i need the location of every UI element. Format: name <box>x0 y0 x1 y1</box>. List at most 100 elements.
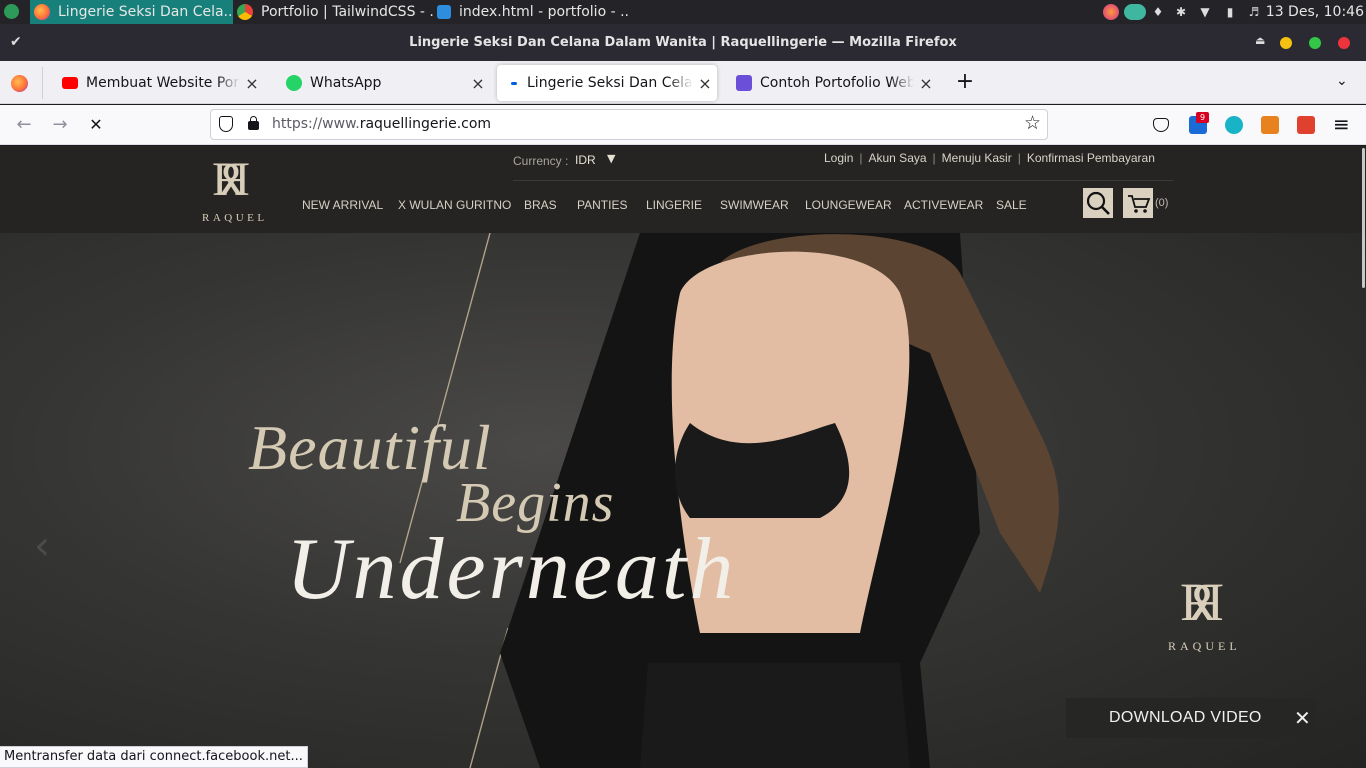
tab-raquel-active[interactable]: Lingerie Seksi Dan Celana × <box>497 65 717 101</box>
youtube-icon <box>62 77 78 89</box>
header-divider <box>513 180 1173 181</box>
vscode-icon <box>437 5 451 19</box>
nav-lingerie[interactable]: LINGERIE <box>646 198 702 212</box>
download-video-button[interactable]: DOWNLOAD VIDEO <box>1109 698 1262 738</box>
tracking-shield-icon[interactable] <box>219 116 233 132</box>
bluetooth-icon[interactable]: ✱ <box>1173 4 1189 20</box>
tab-label: Lingerie Seksi Dan Celana <box>527 75 693 91</box>
chevron-down-icon[interactable]: ▼ <box>607 152 615 165</box>
tab-divider <box>42 67 43 99</box>
loading-indicator-icon <box>511 81 517 85</box>
tab-portofolio[interactable]: Contoh Portofolio Web Desain × <box>722 65 938 101</box>
taskbar-item-label: Portfolio | TailwindCSS - ... <box>261 4 435 20</box>
pdf-extension-icon[interactable] <box>1297 116 1315 134</box>
notification-bell-icon[interactable]: ♦ <box>1150 4 1166 20</box>
hero-tagline-line3: Underneath <box>286 521 737 618</box>
firefox-icon <box>34 4 50 20</box>
whatsapp-icon <box>286 75 302 91</box>
tab-close-icon[interactable]: × <box>466 74 490 93</box>
tab-strip: Membuat Website Portfolio × WhatsApp × L… <box>0 61 1366 104</box>
scrollbar-thumb[interactable] <box>1362 148 1365 288</box>
url-scheme: https://www. <box>272 116 360 132</box>
tab-label: WhatsApp <box>310 75 382 91</box>
url-bar[interactable]: https://www.raquellingerie.com ☆ <box>210 109 1048 140</box>
nav-swimwear[interactable]: SWIMWEAR <box>720 198 789 212</box>
list-all-tabs-icon[interactable]: ⌄ <box>1336 73 1348 89</box>
app-launcher-icon[interactable] <box>4 4 19 19</box>
status-tooltip: Mentransfer data dari connect.facebook.n… <box>0 746 308 768</box>
os-taskbar: Lingerie Seksi Dan Cela... Portfolio | T… <box>0 0 1366 24</box>
carousel-prev-icon[interactable]: ‹ <box>34 523 50 569</box>
cart-button[interactable] <box>1123 188 1153 218</box>
tab-close-icon[interactable]: × <box>240 74 264 93</box>
search-icon <box>1086 191 1110 215</box>
logo-mark-mirror: R <box>218 153 251 206</box>
navigation-toolbar: ← → ✕ https://www.raquellingerie.com ☆ 9… <box>0 105 1366 145</box>
tab-whatsapp[interactable]: WhatsApp × <box>272 65 490 101</box>
grammar-extension-icon[interactable] <box>1225 116 1243 134</box>
tab-youtube[interactable]: Membuat Website Portfolio × <box>48 65 264 101</box>
nav-loungewear[interactable]: LOUNGEWEAR <box>805 198 892 212</box>
stop-loading-button[interactable]: ✕ <box>84 113 108 137</box>
checkout-link[interactable]: Menuju Kasir <box>942 151 1012 165</box>
nav-bras[interactable]: BRAS <box>524 198 557 212</box>
metamask-icon[interactable] <box>1261 116 1279 134</box>
site-logo[interactable]: R R RAQUEL <box>200 153 278 228</box>
account-links: Login | Akun Saya | Menuju Kasir | Konfirmasi … <box>824 151 1155 165</box>
window-title-bar: ✔ Lingerie Seksi Dan Celana Dalam Wanita… <box>0 24 1366 61</box>
login-link[interactable]: Login <box>824 151 853 165</box>
maximize-button[interactable] <box>1309 37 1321 49</box>
search-button[interactable] <box>1083 188 1113 218</box>
window-title: Lingerie Seksi Dan Celana Dalam Wanita |… <box>409 35 957 50</box>
web-page: R R RAQUEL Currency : IDR ▼ Login | Akun S… <box>0 146 1366 768</box>
url-text[interactable]: https://www.raquellingerie.com <box>272 110 491 139</box>
chrome-icon <box>237 4 253 20</box>
nav-activewear[interactable]: ACTIVEWEAR <box>904 198 983 212</box>
hero-model-photo <box>399 233 1059 768</box>
tab-close-icon[interactable]: × <box>914 74 938 93</box>
toggle-tray-icon[interactable] <box>1124 4 1146 20</box>
volume-icon[interactable]: ♬ <box>1246 4 1262 20</box>
menu-button[interactable]: ≡ <box>1333 112 1350 136</box>
nav-sale[interactable]: SALE <box>996 198 1027 212</box>
link-separator: | <box>932 151 936 165</box>
currency-select[interactable]: IDR <box>575 153 596 167</box>
url-host: raquellingerie.com <box>359 116 492 132</box>
download-video-bar: DOWNLOAD VIDEO ✕ <box>1066 698 1316 738</box>
close-window-button[interactable] <box>1338 37 1350 49</box>
taskbar-item-chrome[interactable]: Portfolio | TailwindCSS - ... <box>233 0 435 24</box>
cart-count: (0) <box>1155 197 1169 209</box>
taskbar-item-label: index.html - portfolio - ... <box>459 4 630 20</box>
pocket-icon[interactable] <box>1153 118 1169 132</box>
nav-panties[interactable]: PANTIES <box>577 198 627 212</box>
battery-icon[interactable]: ▮ <box>1222 4 1238 20</box>
hero-banner[interactable]: ‹ Beautiful Begins Underneath R R RAQUEL… <box>0 233 1366 768</box>
cart-icon <box>1128 195 1151 213</box>
currency-label: Currency : <box>513 154 569 168</box>
taskbar-item-vscode[interactable]: index.html - portfolio - ... <box>435 0 630 24</box>
nav-x-wulan-guritno[interactable]: X WULAN GURITNO <box>398 198 511 212</box>
lock-shackle <box>250 116 257 123</box>
my-account-link[interactable]: Akun Saya <box>869 151 927 165</box>
nav-new-arrival[interactable]: NEW ARRIVAL <box>302 198 383 212</box>
firefox-view-icon[interactable] <box>11 75 28 92</box>
minimize-button[interactable] <box>1280 37 1292 49</box>
taskbar-item-firefox[interactable]: Lingerie Seksi Dan Cela... <box>30 0 233 24</box>
close-icon[interactable]: ✕ <box>1294 698 1311 738</box>
keep-above-icon[interactable]: ⏏ <box>1255 34 1265 47</box>
wifi-icon[interactable]: ▼ <box>1197 4 1213 20</box>
taskbar-item-label: Lingerie Seksi Dan Cela... <box>58 4 233 20</box>
payment-confirmation-link[interactable]: Konfirmasi Pembayaran <box>1027 151 1155 165</box>
back-button[interactable]: ← <box>12 113 36 137</box>
link-separator: | <box>859 151 863 165</box>
site-favicon-icon <box>736 75 752 91</box>
forward-button[interactable]: → <box>48 113 72 137</box>
tab-close-icon[interactable]: × <box>693 74 717 93</box>
new-tab-button[interactable]: + <box>953 71 977 95</box>
clock[interactable]: 13 Des, 10:46 <box>1266 0 1364 24</box>
bookmark-star-icon[interactable]: ☆ <box>1024 112 1041 134</box>
extension-badge: 9 <box>1196 112 1209 123</box>
hero-logo: R R RAQUEL <box>1166 572 1260 665</box>
page-scrollbar[interactable] <box>1360 146 1366 768</box>
firefox-tray-icon[interactable] <box>1103 4 1119 20</box>
